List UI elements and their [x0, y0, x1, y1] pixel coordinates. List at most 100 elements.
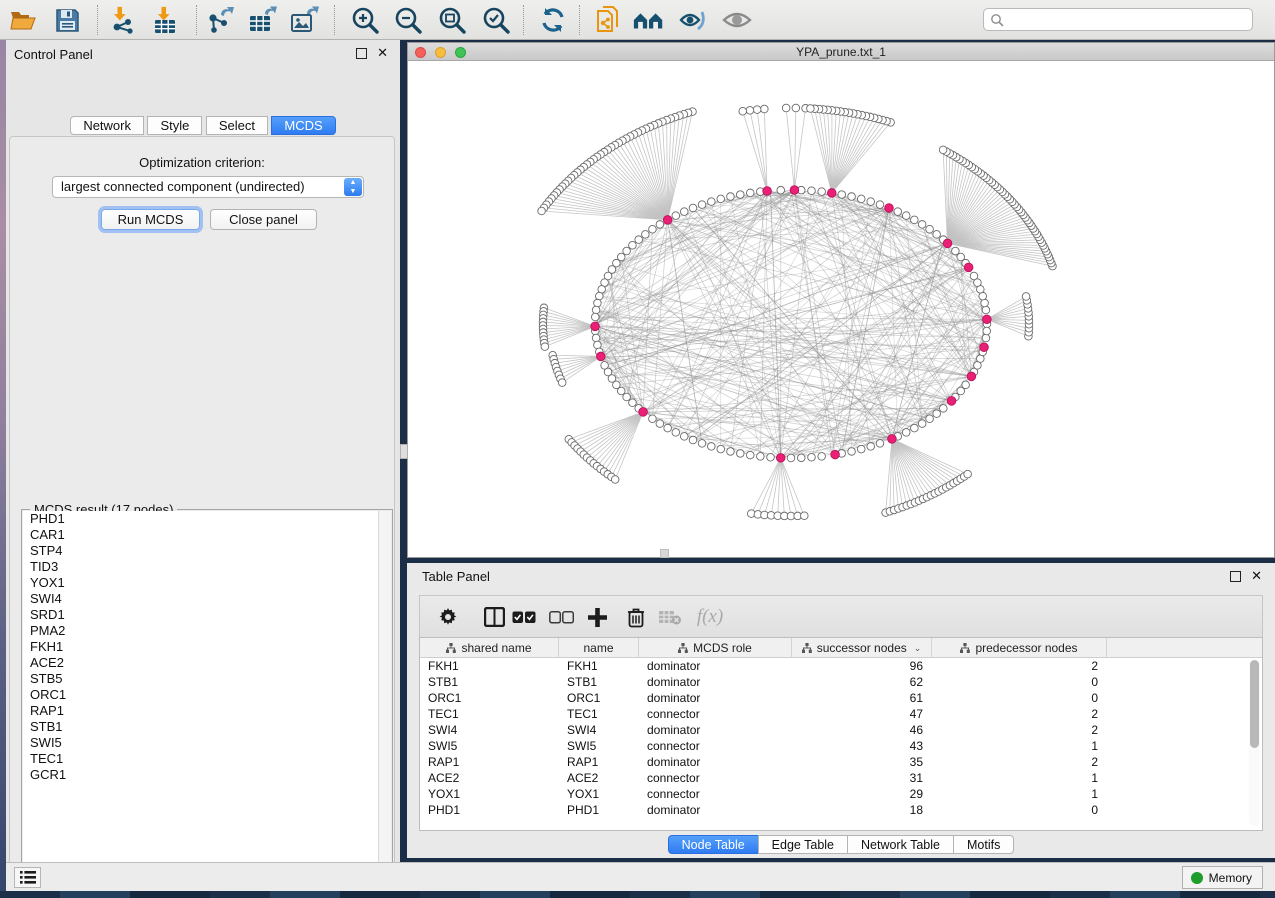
add-column-icon[interactable]: [581, 601, 613, 633]
float-table-panel-icon[interactable]: [1230, 571, 1241, 582]
mcds-result-item[interactable]: RAP1: [23, 703, 378, 719]
table-row[interactable]: YOX1YOX1connector291: [420, 786, 1262, 802]
delete-column-trash-icon[interactable]: [620, 601, 652, 633]
mcds-result-item[interactable]: ORC1: [23, 687, 378, 703]
tab-style[interactable]: Style: [147, 116, 202, 135]
mcds-result-item[interactable]: SRD1: [23, 607, 378, 623]
tree-icon: [960, 643, 970, 653]
close-panel-button[interactable]: Close panel: [210, 209, 317, 230]
table-tab-network-table[interactable]: Network Table: [847, 835, 954, 854]
first-neighbors-icon[interactable]: [632, 4, 666, 36]
table-scrollbar-thumb[interactable]: [1250, 660, 1259, 748]
table-row[interactable]: SWI4SWI4dominator462: [420, 722, 1262, 738]
split-pane-handle[interactable]: [400, 444, 408, 459]
mcds-result-item[interactable]: CAR1: [23, 527, 378, 543]
table-row[interactable]: TEC1TEC1connector472: [420, 706, 1262, 722]
table-scrollbar[interactable]: [1249, 660, 1260, 826]
table-row[interactable]: PHD1PHD1dominator180: [420, 802, 1262, 818]
export-image-icon[interactable]: [287, 4, 321, 36]
network-window-titlebar[interactable]: YPA_prune.txt_1: [408, 43, 1274, 61]
mcds-result-item[interactable]: SWI5: [23, 735, 378, 751]
network-window-title: YPA_prune.txt_1: [408, 45, 1274, 59]
mcds-result-item[interactable]: ACE2: [23, 655, 378, 671]
control-panel-title: Control Panel: [14, 47, 93, 62]
table-tabs: Node TableEdge TableNetwork TableMotifs: [407, 835, 1275, 854]
mcds-result-item[interactable]: STP4: [23, 543, 378, 559]
mcds-result-item[interactable]: PMA2: [23, 623, 378, 639]
table-row[interactable]: ACE2ACE2connector311: [420, 770, 1262, 786]
mcds-result-fieldset: MCDS result (17 nodes) PHD1CAR1STP4TID3Y…: [21, 509, 393, 879]
tab-mcds[interactable]: MCDS: [271, 116, 335, 135]
tab-select[interactable]: Select: [206, 116, 268, 135]
table-row[interactable]: STB1STB1dominator620: [420, 674, 1262, 690]
table-tab-edge-table[interactable]: Edge Table: [758, 835, 848, 854]
mcds-result-item[interactable]: YOX1: [23, 575, 378, 591]
close-panel-icon[interactable]: ✕: [377, 46, 388, 60]
network-window: YPA_prune.txt_1: [407, 42, 1275, 558]
mcds-result-list[interactable]: PHD1CAR1STP4TID3YOX1SWI4SRD1PMA2FKH1ACE2…: [23, 511, 378, 877]
select-all-checkboxes-icon[interactable]: [508, 601, 540, 633]
search-box[interactable]: [983, 8, 1253, 31]
mcds-result-item[interactable]: TEC1: [23, 751, 378, 767]
column-label: successor nodes: [817, 641, 907, 655]
column-header-successor-nodes[interactable]: successor nodes ⌄: [792, 638, 932, 658]
mcds-result-item[interactable]: TID3: [23, 559, 378, 575]
show-columns-icon[interactable]: [478, 601, 510, 633]
table-settings-gear-icon[interactable]: [432, 601, 464, 633]
node-table[interactable]: shared namenameMCDS role successor nodes ⌄…: [419, 637, 1263, 831]
open-file-icon[interactable]: [6, 4, 40, 36]
split-pane-grip[interactable]: [660, 549, 669, 558]
close-table-panel-icon[interactable]: ✕: [1251, 569, 1262, 583]
control-panel-header: Control Panel ✕: [6, 40, 400, 67]
export-network-icon[interactable]: [203, 4, 237, 36]
sort-chevron-icon: ⌄: [914, 643, 922, 654]
toolbar-separator: [97, 5, 98, 35]
table-row[interactable]: SWI5SWI5connector431: [420, 738, 1262, 754]
table-row[interactable]: FKH1FKH1dominator962: [420, 658, 1262, 674]
column-header-MCDS-role[interactable]: MCDS role: [639, 638, 792, 658]
column-header-name[interactable]: name: [559, 638, 639, 658]
memory-status-dot-icon: [1191, 872, 1203, 884]
hide-selected-icon[interactable]: [676, 4, 710, 36]
table-row[interactable]: RAP1RAP1dominator352: [420, 754, 1262, 770]
toolbar-separator: [196, 5, 197, 35]
network-graph[interactable]: [408, 61, 1274, 557]
task-history-list-icon[interactable]: [14, 867, 41, 888]
show-all-icon[interactable]: [720, 4, 754, 36]
save-icon[interactable]: [50, 4, 84, 36]
apply-layout-icon[interactable]: [536, 4, 570, 36]
run-mcds-button[interactable]: Run MCDS: [101, 209, 200, 230]
mcds-result-item[interactable]: FKH1: [23, 639, 378, 655]
mcds-result-item[interactable]: STB5: [23, 671, 378, 687]
table-tab-motifs[interactable]: Motifs: [953, 835, 1014, 854]
table-tab-node-table[interactable]: Node Table: [668, 835, 759, 854]
table-row[interactable]: ORC1ORC1dominator610: [420, 690, 1262, 706]
deselect-all-checkboxes-icon[interactable]: [545, 601, 577, 633]
zoom-selected-icon[interactable]: [479, 4, 513, 36]
memory-button[interactable]: Memory: [1182, 866, 1263, 889]
new-network-from-selection-icon[interactable]: [591, 4, 625, 36]
mcds-list-scrollbar[interactable]: [378, 511, 391, 877]
optimization-criterion-value: largest connected component (undirected): [61, 179, 305, 194]
float-panel-icon[interactable]: [356, 48, 367, 59]
mcds-result-item[interactable]: PHD1: [23, 511, 378, 527]
app-window: Control Panel ✕ Network Style Select MCD…: [0, 0, 1275, 898]
mcds-result-item[interactable]: SWI4: [23, 591, 378, 607]
mcds-result-item[interactable]: GCR1: [23, 767, 378, 783]
zoom-in-icon[interactable]: [348, 4, 382, 36]
column-label: predecessor nodes: [975, 641, 1077, 655]
tab-network[interactable]: Network: [70, 116, 144, 135]
memory-button-label: Memory: [1209, 871, 1252, 885]
column-header-predecessor-nodes[interactable]: predecessor nodes: [932, 638, 1107, 658]
zoom-out-icon[interactable]: [391, 4, 425, 36]
zoom-fit-icon[interactable]: [435, 4, 469, 36]
export-table-icon[interactable]: [245, 4, 279, 36]
import-table-icon[interactable]: [148, 4, 182, 36]
toolbar-separator: [579, 5, 580, 35]
import-network-icon[interactable]: [106, 4, 140, 36]
column-header-shared-name[interactable]: shared name: [420, 638, 559, 658]
table-panel: Table Panel ✕ f(x): [407, 563, 1275, 858]
search-input[interactable]: [1004, 11, 1252, 29]
mcds-result-item[interactable]: STB1: [23, 719, 378, 735]
optimization-criterion-select[interactable]: largest connected component (undirected)…: [52, 176, 364, 198]
